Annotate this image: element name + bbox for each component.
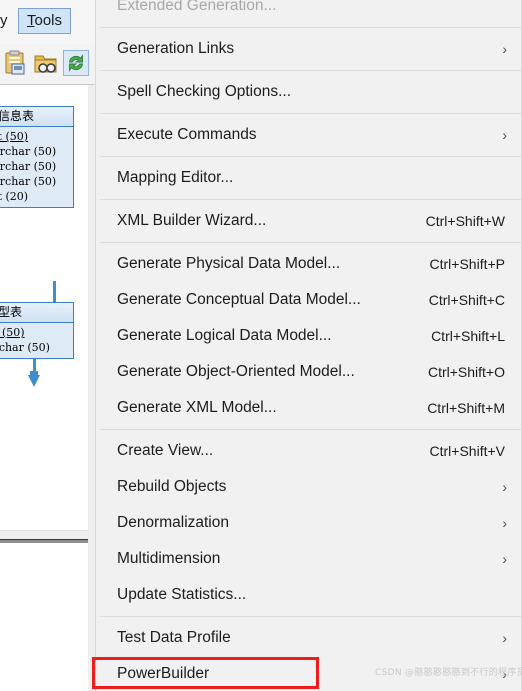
- menu-item-extended-generation: Extended Generation...: [96, 0, 521, 24]
- entity-attribute: nt (50): [0, 326, 25, 339]
- menu-separator: [100, 242, 521, 243]
- menu-separator: [100, 199, 521, 200]
- menu-item-test-data-profile[interactable]: Test Data Profile ›: [96, 620, 521, 656]
- menu-item-label: Generate Physical Data Model...: [117, 255, 341, 272]
- chevron-right-icon: ›: [502, 551, 507, 567]
- menu-separator: [100, 70, 521, 71]
- menu-item-label: Generate XML Model...: [117, 399, 277, 416]
- menu-item-label: Multidimension: [117, 550, 221, 567]
- entity-attribute: varchar (50): [0, 175, 57, 188]
- relationship-arrow-head: [28, 375, 40, 387]
- menu-item-label: Generate Conceptual Data Model...: [117, 291, 361, 308]
- toolbar: [0, 44, 95, 85]
- menu-item-shortcut: Ctrl+Shift+W: [425, 213, 505, 229]
- csdn-watermark: CSDN @憨憨憨憨憨到不行的程序员: [375, 668, 522, 678]
- menu-separator: [100, 616, 521, 617]
- menu-item-execute-commands[interactable]: Execute Commands ›: [96, 117, 521, 153]
- entity-table[interactable]: 员信息表 int (50) varchar (50) varchar (50) …: [0, 106, 74, 208]
- menu-item-generate-logical-data-model[interactable]: Generate Logical Data Model... Ctrl+Shift…: [96, 318, 521, 354]
- tools-dropdown-menu[interactable]: Extended Generation... Generation Links › S…: [95, 0, 522, 691]
- menu-item-label: XML Builder Wizard...: [117, 212, 267, 229]
- entity-attributes: int (50) varchar (50) varchar (50) varch…: [0, 127, 73, 207]
- menu-item-denormalization[interactable]: Denormalization ›: [96, 505, 521, 541]
- chevron-right-icon: ›: [502, 41, 507, 57]
- entity-table[interactable]: 类型表 nt (50) archar (50): [0, 302, 74, 359]
- entity-attribute: varchar (50): [0, 145, 57, 158]
- menubar-item-partial[interactable]: y: [0, 12, 8, 29]
- menu-item-label: Execute Commands: [117, 126, 257, 143]
- chevron-right-icon: ›: [502, 127, 507, 143]
- entity-title: 员信息表: [0, 107, 73, 127]
- menu-separator: [100, 429, 521, 430]
- screenshot-root: y Tools 息表 (50) rchar (50) rchar (50) rc…: [0, 0, 522, 691]
- menu-item-generate-conceptual-data-model[interactable]: Generate Conceptual Data Model... Ctrl+Sh…: [96, 282, 521, 318]
- menu-item-create-view[interactable]: Create View... Ctrl+Shift+V: [96, 433, 521, 469]
- menu-item-label: Test Data Profile: [117, 629, 231, 646]
- menu-item-generation-links[interactable]: Generation Links ›: [96, 31, 521, 67]
- entity-title: 类型表: [0, 303, 73, 323]
- menu-item-label: PowerBuilder: [117, 665, 210, 682]
- lower-panel: [0, 543, 89, 691]
- menu-separator: [100, 156, 521, 157]
- menu-item-label: Generate Object-Oriented Model...: [117, 363, 355, 380]
- chevron-right-icon: ›: [502, 479, 507, 495]
- menu-item-shortcut: Ctrl+Shift+M: [427, 400, 505, 416]
- chevron-right-icon: ›: [502, 515, 507, 531]
- menu-item-label: Denormalization: [117, 514, 229, 531]
- window-edge: [88, 85, 95, 691]
- menubar-tools-rest: ools: [34, 12, 63, 29]
- entity-attribute: varchar (50): [0, 160, 57, 173]
- refresh-icon[interactable]: [63, 50, 89, 76]
- menu-item-label: Generation Links: [117, 40, 235, 57]
- menu-item-label: Generate Logical Data Model...: [117, 327, 332, 344]
- paste-icon[interactable]: [3, 50, 29, 76]
- chevron-right-icon: ›: [502, 630, 507, 646]
- folder-search-icon[interactable]: [33, 50, 59, 76]
- menu-item-xml-builder-wizard[interactable]: XML Builder Wizard... Ctrl+Shift+W: [96, 203, 521, 239]
- menu-item-label: Rebuild Objects: [117, 478, 227, 495]
- menu-item-update-statistics[interactable]: Update Statistics...: [96, 577, 521, 613]
- menu-item-label: Mapping Editor...: [117, 169, 234, 186]
- menu-item-generate-xml-model[interactable]: Generate XML Model... Ctrl+Shift+M: [96, 390, 521, 426]
- menu-separator: [100, 113, 521, 114]
- menubar-tools-mnemonic: T: [27, 12, 35, 29]
- menu-item-label: Spell Checking Options...: [117, 83, 292, 100]
- menu-item-label: Create View...: [117, 442, 214, 459]
- entity-attribute: int (20): [0, 190, 29, 203]
- menubar-item-tools[interactable]: Tools: [18, 8, 72, 34]
- menu-item-label: Extended Generation...: [117, 0, 277, 14]
- menu-bar: y Tools: [0, 0, 95, 45]
- menu-item-shortcut: Ctrl+Shift+O: [427, 364, 505, 380]
- menu-item-generate-physical-data-model[interactable]: Generate Physical Data Model... Ctrl+Shif…: [96, 246, 521, 282]
- menu-item-generate-object-oriented-model[interactable]: Generate Object-Oriented Model... Ctrl+Sh…: [96, 354, 521, 390]
- menu-item-spell-checking-options[interactable]: Spell Checking Options...: [96, 74, 521, 110]
- menu-separator: [100, 27, 521, 28]
- entity-attribute: int (50): [0, 130, 29, 143]
- entity-attribute: archar (50): [0, 341, 50, 354]
- entity-attributes: nt (50) archar (50): [0, 323, 73, 358]
- application-window: y Tools 息表 (50) rchar (50) rchar (50) rc…: [0, 0, 95, 691]
- menu-item-rebuild-objects[interactable]: Rebuild Objects ›: [96, 469, 521, 505]
- menu-item-shortcut: Ctrl+Shift+V: [429, 443, 505, 459]
- menu-item-label: Update Statistics...: [117, 586, 247, 603]
- menu-item-shortcut: Ctrl+Shift+C: [428, 292, 505, 308]
- menu-item-shortcut: Ctrl+Shift+L: [431, 328, 505, 344]
- menu-item-multidimension[interactable]: Multidimension ›: [96, 541, 521, 577]
- menu-item-shortcut: Ctrl+Shift+P: [429, 256, 505, 272]
- menu-item-mapping-editor[interactable]: Mapping Editor...: [96, 160, 521, 196]
